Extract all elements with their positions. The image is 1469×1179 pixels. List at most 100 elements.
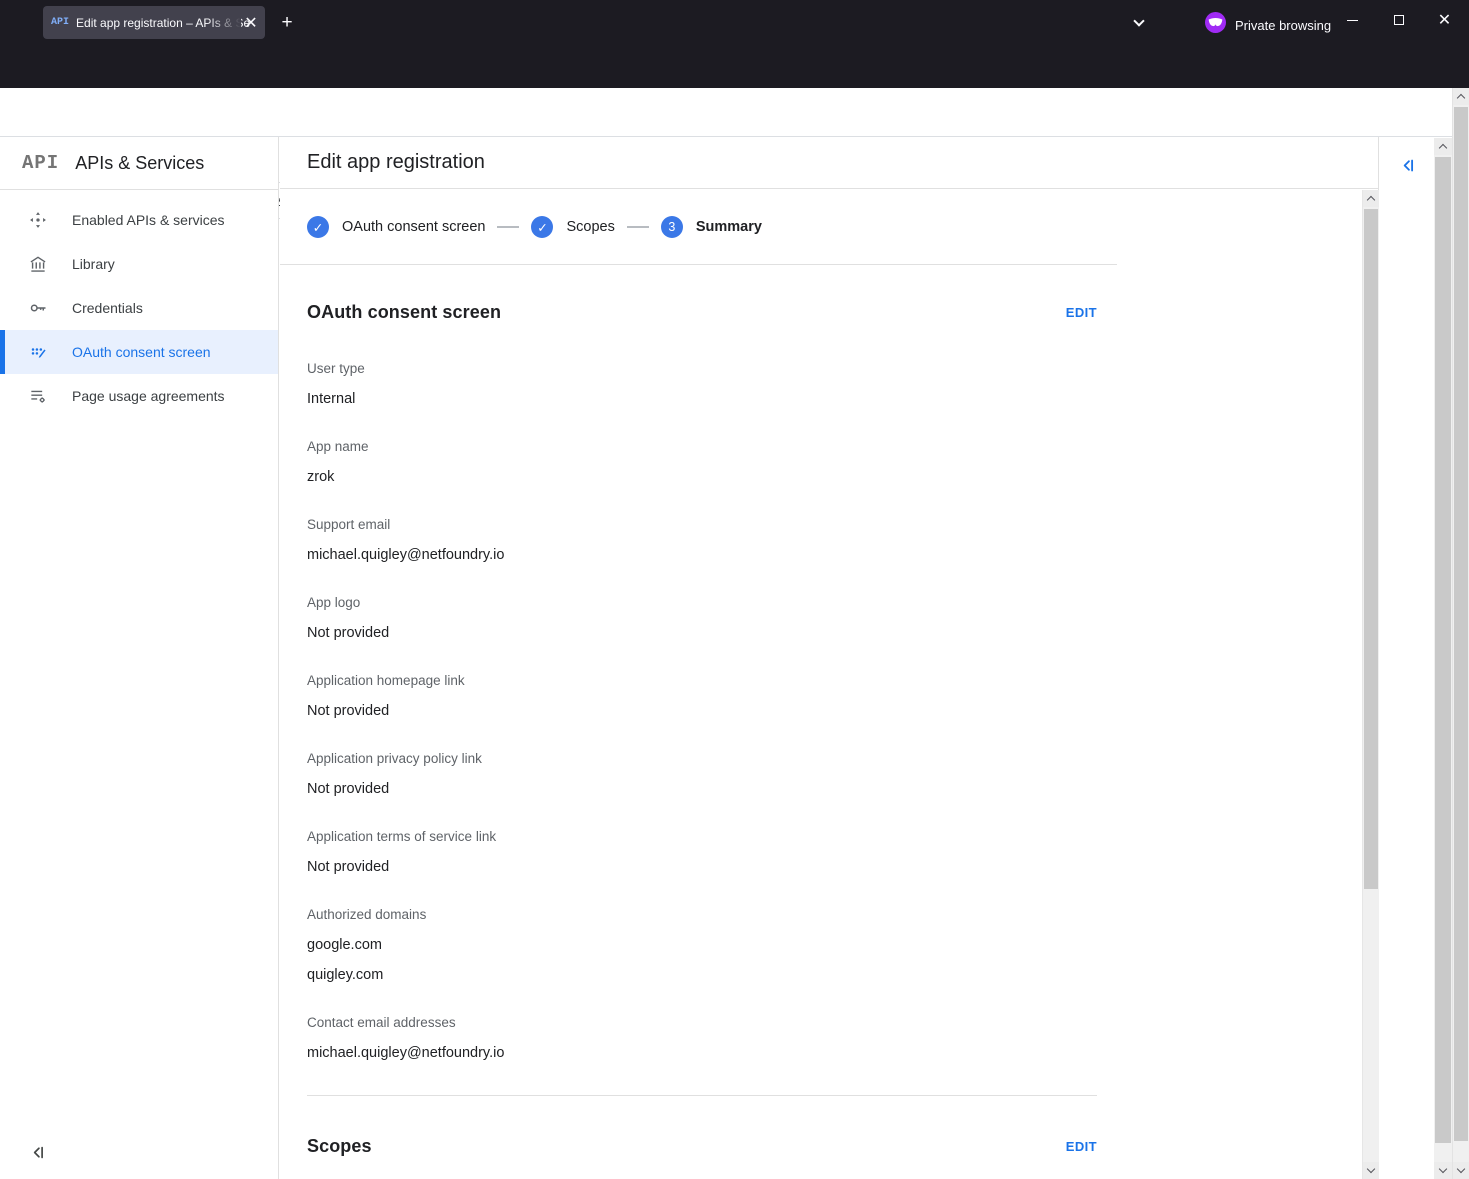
field-value: Not provided (307, 703, 1378, 720)
sidebar-item-label: Enabled APIs & services (72, 212, 225, 228)
sidebar-item-page-usage-agreements[interactable]: Page usage agreements (0, 374, 278, 418)
field-authorized-domains: Authorized domains google.com quigley.co… (307, 907, 1378, 984)
section-title: OAuth consent screen (307, 302, 501, 323)
sidebar-item-credentials[interactable]: Credentials (0, 286, 278, 330)
field-value: zrok (307, 469, 1378, 486)
right-side-panel (1380, 137, 1434, 1179)
field-value: Not provided (307, 859, 1378, 876)
field-label: Application terms of service link (307, 829, 1378, 845)
section-divider (307, 1095, 1097, 1096)
section-header-oauth: OAuth consent screen EDIT (307, 302, 1097, 323)
sidebar-item-label: Credentials (72, 300, 143, 316)
field-app-name: App name zrok (307, 439, 1378, 486)
field-value: Internal (307, 391, 1378, 408)
sidebar-collapse-icon[interactable] (26, 1141, 48, 1163)
browser-scrollbar[interactable] (1452, 88, 1469, 1179)
field-terms-of-service-link: Application terms of service link Not pr… (307, 829, 1378, 876)
tab-close-icon[interactable]: ✕ (242, 14, 260, 32)
key-icon (28, 298, 48, 318)
main-content: Edit app registration ✓ OAuth consent sc… (280, 137, 1379, 1179)
sidebar-item-oauth-consent-screen[interactable]: OAuth consent screen (0, 330, 278, 374)
edit-oauth-link[interactable]: EDIT (1066, 305, 1097, 320)
field-label: Contact email addresses (307, 1015, 1378, 1031)
field-label: Support email (307, 517, 1378, 533)
console-scrollbar-thumb[interactable] (1435, 157, 1451, 1143)
step-label: Scopes (566, 219, 614, 235)
field-value: google.com (307, 937, 1378, 954)
private-mask-icon (1205, 12, 1226, 38)
oauth-consent-icon (28, 342, 48, 362)
field-label: Application privacy policy link (307, 751, 1378, 767)
edit-scopes-link[interactable]: EDIT (1066, 1139, 1097, 1154)
sidebar-item-label: OAuth consent screen (72, 344, 211, 360)
field-label: Application homepage link (307, 673, 1378, 689)
content-scrollbar-thumb[interactable] (1364, 209, 1378, 889)
scroll-up-icon[interactable] (1434, 138, 1452, 155)
step-check-icon: ✓ (531, 216, 553, 238)
field-app-logo: App logo Not provided (307, 595, 1378, 642)
sidebar-product-title: APIs & Services (75, 153, 204, 174)
panel-collapse-icon[interactable] (1396, 154, 1418, 176)
field-value: quigley.com (307, 967, 1378, 984)
window-minimize-button[interactable] (1330, 0, 1375, 40)
tab-bar: API Edit app registration – APIs & Se ✕ … (0, 0, 1469, 44)
api-product-icon: API (22, 152, 59, 174)
field-user-type: User type Internal (307, 361, 1378, 408)
scroll-down-icon[interactable] (1363, 1162, 1379, 1179)
window-close-button[interactable]: ✕ (1422, 0, 1467, 40)
tab-title-fade (207, 6, 241, 39)
stepper-divider (280, 264, 1117, 265)
scroll-down-icon[interactable] (1434, 1162, 1452, 1179)
sidebar-item-library[interactable]: Library (0, 242, 278, 286)
step-connector (627, 226, 649, 228)
tab-list-chevron-icon[interactable] (1124, 12, 1154, 34)
step-connector (497, 226, 519, 228)
field-contact-emails: Contact email addresses michael.quigley@… (307, 1015, 1378, 1062)
private-browsing-badge: Private browsing (1205, 12, 1331, 38)
field-label: User type (307, 361, 1378, 377)
step-summary[interactable]: 3 Summary (661, 216, 762, 238)
enabled-apis-icon (28, 210, 48, 230)
field-value: Not provided (307, 625, 1378, 642)
section-header-scopes: Scopes EDIT (307, 1136, 1097, 1157)
scroll-down-icon[interactable] (1453, 1162, 1469, 1179)
field-value: michael.quigley@netfoundry.io (307, 547, 1378, 564)
browser-scrollbar-thumb[interactable] (1454, 107, 1468, 1141)
field-value: Not provided (307, 781, 1378, 798)
step-scopes[interactable]: ✓ Scopes (531, 216, 614, 238)
step-label: Summary (696, 219, 762, 235)
step-number: 3 (661, 216, 683, 238)
gcloud-header: Google Cloud zrok Search (0, 88, 1469, 137)
stepper: ✓ OAuth consent screen ✓ Scopes 3 Summar… (307, 216, 1378, 238)
library-icon (28, 254, 48, 274)
sidebar-header: API APIs & Services (0, 137, 278, 190)
step-label: OAuth consent screen (342, 219, 485, 235)
field-homepage-link: Application homepage link Not provided (307, 673, 1378, 720)
page-title: Edit app registration (307, 151, 485, 174)
new-tab-button[interactable]: + (274, 10, 300, 36)
scroll-up-icon[interactable] (1363, 190, 1379, 207)
console-scrollbar[interactable] (1434, 138, 1452, 1179)
step-check-icon: ✓ (307, 216, 329, 238)
field-support-email: Support email michael.quigley@netfoundry… (307, 517, 1378, 564)
field-label: App name (307, 439, 1378, 455)
scroll-up-icon[interactable] (1453, 88, 1469, 105)
summary-fields: User type Internal App name zrok Support… (307, 361, 1378, 1062)
field-label: Authorized domains (307, 907, 1378, 923)
main-header: Edit app registration (280, 137, 1378, 189)
private-browsing-label: Private browsing (1235, 18, 1331, 33)
content-scrollbar[interactable] (1362, 190, 1379, 1179)
sidebar-item-label: Page usage agreements (72, 388, 225, 404)
browser-toolbar: https://console.cloud.google.com/apis/cr… (0, 44, 1469, 88)
browser-tab[interactable]: API Edit app registration – APIs & Se ✕ (43, 6, 265, 39)
step-oauth-consent-screen[interactable]: ✓ OAuth consent screen (307, 216, 485, 238)
sidebar-nav: Enabled APIs & services Library Credenti… (0, 190, 278, 418)
api-favicon-icon: API (51, 17, 69, 28)
field-value: michael.quigley@netfoundry.io (307, 1045, 1378, 1062)
section-title: Scopes (307, 1136, 372, 1157)
sidebar: API APIs & Services Enabled APIs & servi… (0, 137, 279, 1179)
browser-window: API Edit app registration – APIs & Se ✕ … (0, 0, 1469, 1179)
field-label: App logo (307, 595, 1378, 611)
window-maximize-button[interactable] (1376, 0, 1421, 40)
sidebar-item-enabled-apis[interactable]: Enabled APIs & services (0, 198, 278, 242)
